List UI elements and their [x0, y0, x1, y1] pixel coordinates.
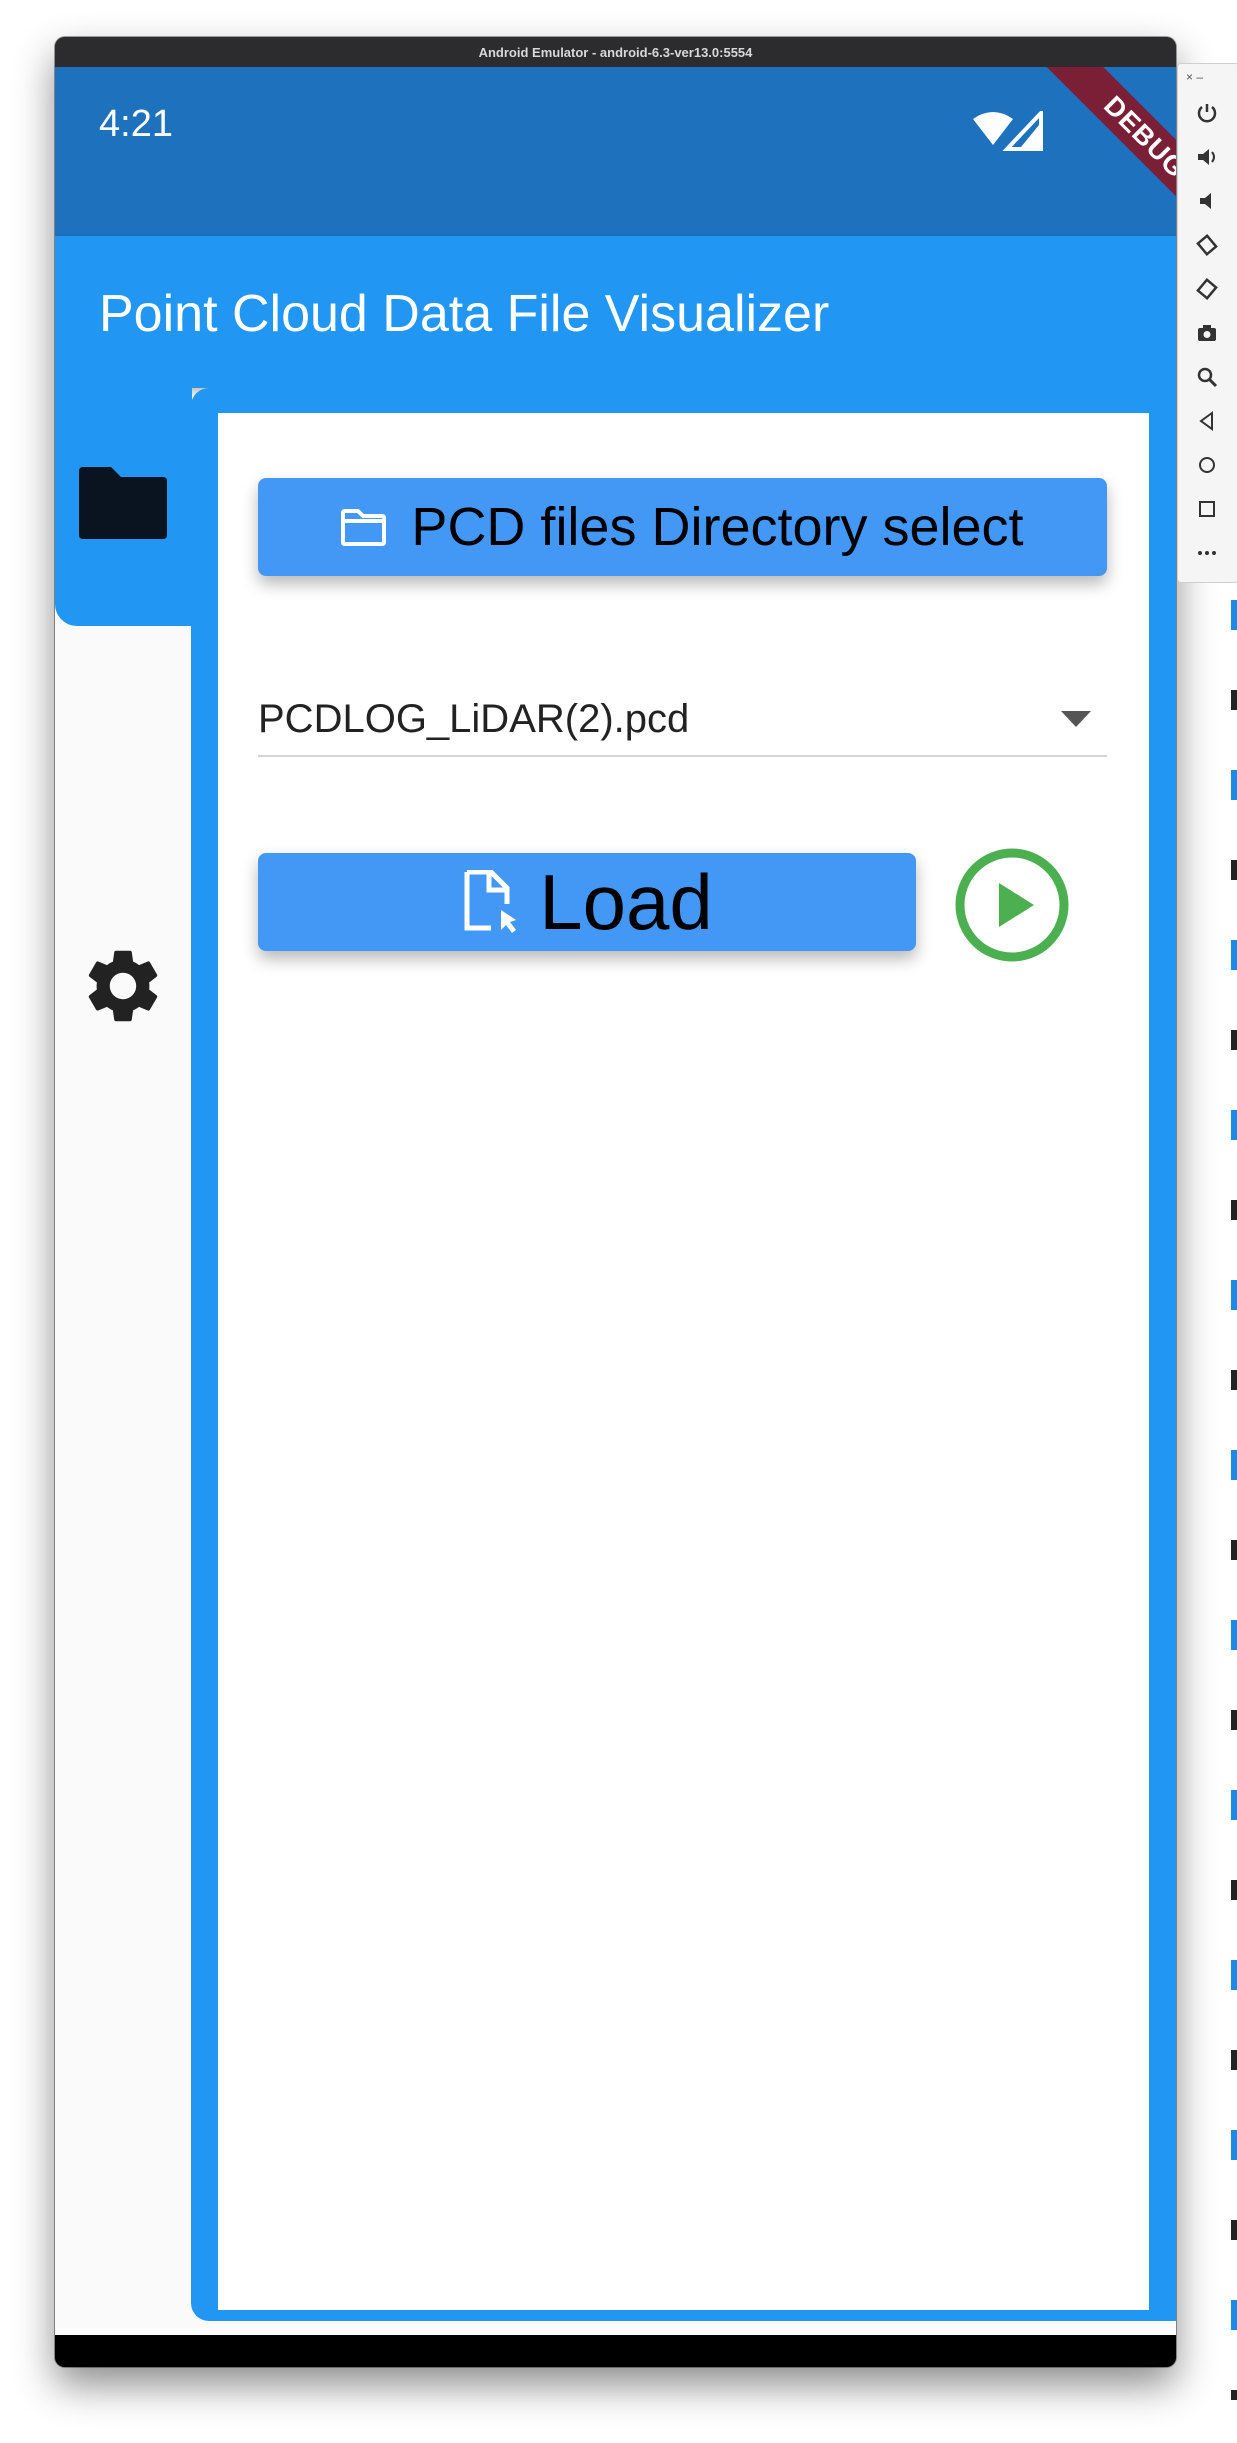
rotate-right-icon[interactable] — [1192, 274, 1222, 304]
camera-icon[interactable] — [1192, 318, 1222, 348]
file-open-icon — [464, 870, 517, 933]
chevron-down-icon — [1061, 711, 1091, 727]
nav-item-settings[interactable] — [55, 626, 192, 1022]
system-nav-bar — [55, 2335, 1176, 2367]
app-bar: Point Cloud Data File Visualizer — [55, 236, 1176, 388]
volume-down-icon[interactable] — [1192, 186, 1222, 216]
emulator-window: Android Emulator - android-6.3-ver13.0:5… — [55, 37, 1176, 2367]
emulator-side-panel: × – — [1177, 63, 1237, 583]
page-title: Point Cloud Data File Visualizer — [99, 285, 830, 343]
file-dropdown[interactable]: PCDLOG_LiDAR(2).pcd — [258, 683, 1107, 757]
load-button-label: Load — [539, 857, 713, 946]
gear-icon — [88, 950, 158, 1022]
back-icon[interactable] — [1192, 406, 1222, 436]
side-panel-window-controls[interactable]: × – — [1186, 70, 1203, 84]
power-icon[interactable] — [1192, 98, 1222, 128]
status-time: 4:21 — [99, 103, 173, 145]
content-card: PCD files Directory select PCDLOG_LiDAR(… — [218, 413, 1149, 2310]
file-dropdown-value: PCDLOG_LiDAR(2).pcd — [258, 696, 690, 741]
device-screen: 4:21 Point Cloud Data File Visualizer DE… — [55, 67, 1176, 2335]
rotate-left-icon[interactable] — [1192, 230, 1222, 260]
load-button[interactable]: Load — [258, 853, 916, 951]
folder-icon — [79, 467, 167, 539]
directory-select-button[interactable]: PCD files Directory select — [258, 478, 1107, 576]
directory-select-label: PCD files Directory select — [411, 497, 1024, 557]
folder-outline-icon — [341, 509, 387, 546]
overview-icon[interactable] — [1192, 494, 1222, 524]
wifi-icon — [973, 112, 1013, 145]
home-icon[interactable] — [1192, 450, 1222, 480]
zoom-icon[interactable] — [1192, 362, 1222, 392]
emulator-title: Android Emulator - android-6.3-ver13.0:5… — [55, 37, 1176, 67]
status-icons — [973, 111, 1043, 151]
nav-item-files[interactable] — [55, 388, 192, 626]
background-window-edge — [1231, 600, 1237, 2400]
navigation-rail — [55, 388, 192, 2335]
status-bar: 4:21 — [55, 67, 1176, 236]
volume-up-icon[interactable] — [1192, 142, 1222, 172]
content-frame: PCD files Directory select PCDLOG_LiDAR(… — [191, 388, 1176, 2321]
more-icon[interactable] — [1192, 538, 1222, 568]
play-circle-icon[interactable] — [954, 847, 1070, 963]
